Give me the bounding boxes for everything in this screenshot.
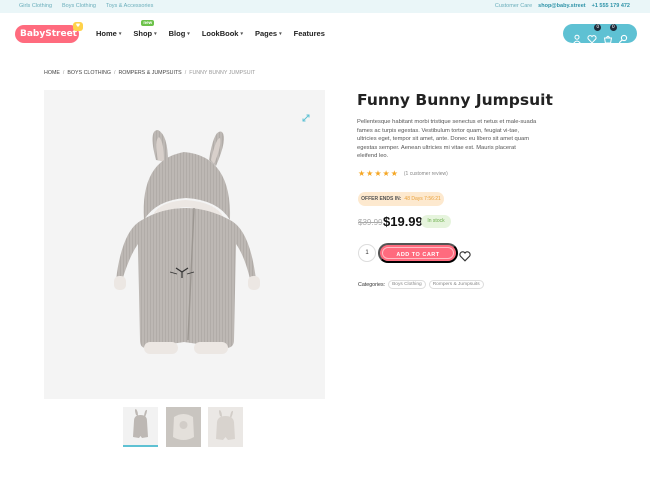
header-icon-bar: 0 0 — [563, 23, 637, 44]
wishlist-count-badge: 0 — [594, 23, 602, 31]
main-nav: Home ▾ new Shop ▾ Blog ▾ LookBook ▾ Page… — [96, 20, 325, 38]
nav-item-shop[interactable]: new Shop ▾ — [133, 20, 157, 38]
nav-item-label: Home — [96, 29, 117, 38]
top-links: Girls Clothing Boys Clothing Toys & Acce… — [19, 3, 153, 9]
email-link[interactable]: shop@baby.street — [538, 3, 585, 9]
nav-item-lookbook[interactable]: LookBook ▾ — [202, 29, 243, 38]
thumbnail-3[interactable] — [208, 407, 243, 447]
customer-care-label: Customer Care — [494, 3, 533, 9]
search-icon[interactable] — [618, 29, 628, 43]
review-count-link[interactable]: (1 customer review) — [404, 171, 448, 177]
offer-countdown: Offer ends in: 48 Days 7:56:21 — [358, 192, 444, 206]
nav-item-label: Features — [293, 29, 325, 38]
bunny-jumpsuit-image — [114, 130, 260, 354]
breadcrumb-separator: / — [184, 70, 187, 76]
star-icon: ★ — [390, 169, 398, 178]
breadcrumb-current: Funny Bunny Jumpsuit — [189, 70, 256, 76]
nav-item-label: Pages — [255, 29, 278, 38]
logo[interactable]: BabyStreet ♥ — [15, 22, 83, 43]
star-icon: ★ — [374, 169, 382, 178]
add-to-cart-button[interactable]: Add to cart — [378, 243, 458, 263]
chevron-down-icon: ▾ — [279, 30, 282, 37]
breadcrumb: Home / Boys Clothing / Rompers & Jumpsui… — [44, 70, 255, 76]
new-badge: new — [141, 20, 155, 26]
breadcrumb-separator: / — [113, 70, 116, 76]
star-icon: ★ — [358, 169, 366, 178]
user-icon[interactable] — [572, 29, 582, 44]
quantity-input[interactable]: 1 — [358, 244, 376, 262]
nav-item-blog[interactable]: Blog ▾ — [169, 29, 190, 38]
product-main-image[interactable] — [44, 90, 325, 399]
chevron-down-icon: ▾ — [154, 30, 157, 37]
categories-label: Categories: — [358, 281, 386, 288]
breadcrumb-separator: / — [62, 70, 65, 76]
expand-icon[interactable] — [302, 107, 310, 122]
chevron-down-icon: ▾ — [240, 30, 243, 37]
product-categories: Categories: Boys Clothing Rompers & Jump… — [358, 280, 484, 289]
chevron-down-icon: ▾ — [118, 30, 122, 37]
heart-icon[interactable]: 0 — [587, 23, 602, 44]
nav-item-label: LookBook — [201, 29, 239, 38]
cart-icon[interactable]: 0 — [603, 23, 617, 43]
wishlist-heart-icon[interactable] — [459, 247, 471, 262]
nav-item-label: Shop — [133, 29, 153, 38]
nav-item-pages[interactable]: Pages ▾ — [255, 29, 282, 38]
stock-badge: In stock — [421, 215, 451, 228]
nav-item-features[interactable]: Features — [294, 29, 325, 38]
nav-item-label: Blog — [168, 29, 186, 38]
product-title: Funny Bunny Jumpsuit — [357, 91, 553, 109]
top-link-boys-clothing[interactable]: Boys Clothing — [62, 3, 96, 9]
breadcrumb-rompers[interactable]: Rompers & Jumpsuits — [118, 70, 181, 76]
thumbnail-1[interactable] — [123, 407, 158, 447]
breadcrumb-home[interactable]: Home — [44, 70, 60, 76]
chevron-down-icon: ▾ — [187, 30, 190, 37]
star-icon: ★ — [382, 169, 390, 178]
thumbnail-2[interactable] — [166, 407, 201, 447]
top-link-toys-accessories[interactable]: Toys & Accessories — [106, 3, 153, 9]
category-chip-rompers[interactable]: Rompers & Jumpsuits — [428, 280, 484, 289]
cart-count-badge: 0 — [609, 23, 617, 31]
thumbnail-image — [216, 410, 235, 440]
breadcrumb-boys-clothing[interactable]: Boys Clothing — [67, 70, 111, 76]
thumbnail-image — [166, 407, 201, 447]
top-link-girls-clothing[interactable]: Girls Clothing — [19, 3, 52, 9]
logo-text: BabyStreet — [20, 29, 77, 39]
offer-label: Offer ends in: — [361, 196, 402, 202]
contact-info: Customer Care shop@baby.street +1 555 17… — [495, 3, 630, 9]
thumbnail-image — [133, 409, 148, 438]
star-icon: ★ — [366, 169, 374, 178]
product-rating: ★ ★ ★ ★ ★ (1 customer review) — [358, 170, 448, 178]
current-price: $19.99 — [383, 214, 423, 229]
top-bar: Girls Clothing Boys Clothing Toys & Acce… — [0, 0, 650, 13]
product-description: Pellentesque habitant morbi tristique se… — [357, 119, 537, 160]
old-price: $39.99 — [358, 218, 383, 227]
nav-item-home[interactable]: Home ▾ — [96, 29, 121, 38]
category-chip-boys-clothing[interactable]: Boys Clothing — [388, 280, 426, 289]
offer-time: 48 Days 7:56:21 — [404, 196, 441, 202]
phone-number: +1 555 179 472 — [591, 3, 630, 9]
logo-tag-icon: ♥ — [73, 22, 83, 31]
site-header: BabyStreet ♥ Home ▾ new Shop ▾ Blog ▾ Lo… — [0, 13, 650, 55]
